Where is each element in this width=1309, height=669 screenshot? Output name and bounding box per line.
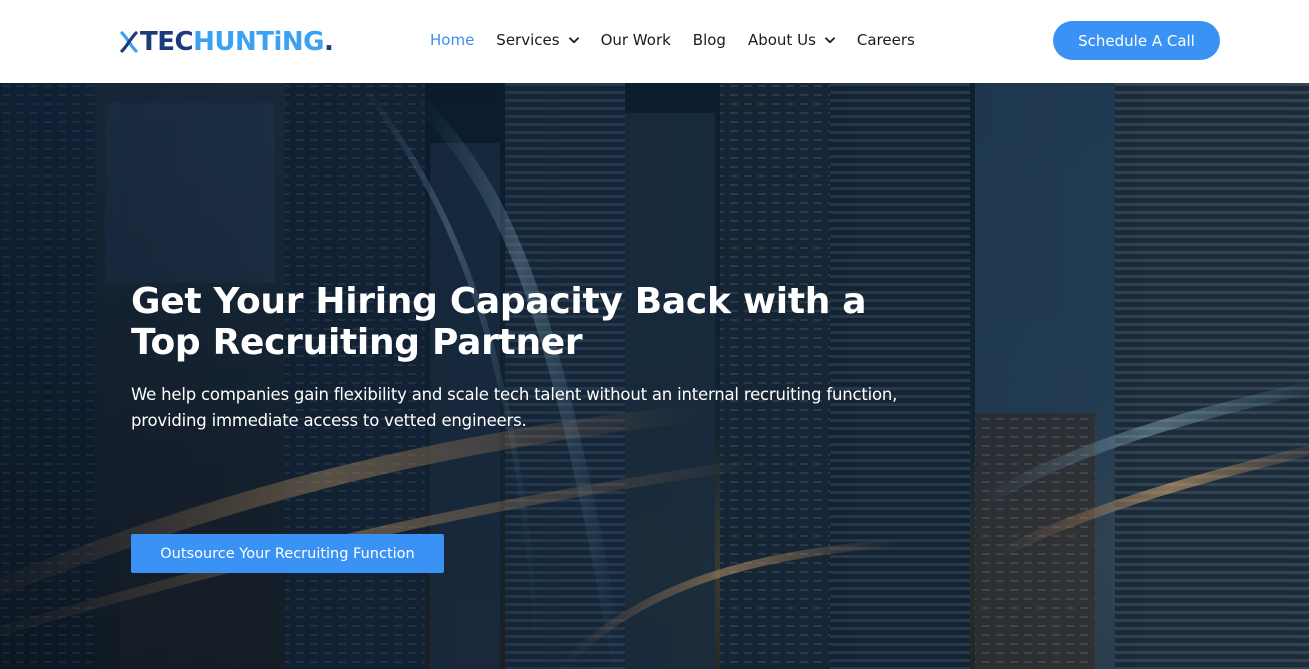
hero-title-line: Top Recruiting Partner (131, 322, 583, 363)
hero-subtitle-line: providing immediate access to vetted eng… (131, 411, 527, 430)
hero-section: Get Your Hiring Capacity Back with a Top… (0, 83, 1309, 669)
nav-item-home[interactable]: Home (419, 28, 485, 52)
nav-item-careers[interactable]: Careers (846, 28, 926, 52)
nav-item-about-us[interactable]: About Us (737, 28, 846, 52)
logo-wordmark: TECHUNTiNG. (140, 27, 334, 57)
chevron-down-icon (568, 36, 579, 43)
site-logo[interactable]: TECHUNTiNG. (119, 26, 334, 58)
site-header: TECHUNTiNG. Home Services Our Work Blog … (0, 0, 1309, 83)
main-nav: Home Services Our Work Blog About Us Car… (419, 28, 926, 52)
hero-title-line: Get Your Hiring Capacity Back with a (131, 281, 867, 322)
outsource-recruiting-button[interactable]: Outsource Your Recruiting Function (131, 534, 444, 573)
nav-item-services[interactable]: Services (485, 28, 589, 52)
nav-item-label: Careers (856, 31, 915, 49)
nav-item-label: Home (430, 31, 475, 49)
hero-subtitle-line: We help companies gain flexibility and s… (131, 385, 898, 404)
nav-item-label: Our Work (600, 31, 671, 49)
logo-text-tec: TEC (140, 27, 194, 57)
nav-item-label: About Us (747, 31, 816, 49)
nav-item-label: Services (496, 31, 560, 49)
logo-mark-icon (120, 31, 138, 53)
hero-subtitle: We help companies gain flexibility and s… (131, 382, 951, 434)
nav-item-blog[interactable]: Blog (682, 28, 737, 52)
nav-item-our-work[interactable]: Our Work (590, 28, 682, 52)
chevron-down-icon (824, 36, 835, 43)
logo-text-hunting: HUNTiNG (193, 27, 324, 57)
nav-item-label: Blog (692, 31, 726, 49)
schedule-call-button[interactable]: Schedule A Call (1053, 21, 1220, 60)
logo-text-dot: . (323, 27, 334, 57)
hero-title: Get Your Hiring Capacity Back with a Top… (131, 281, 931, 363)
hero-overlay (0, 83, 1309, 669)
